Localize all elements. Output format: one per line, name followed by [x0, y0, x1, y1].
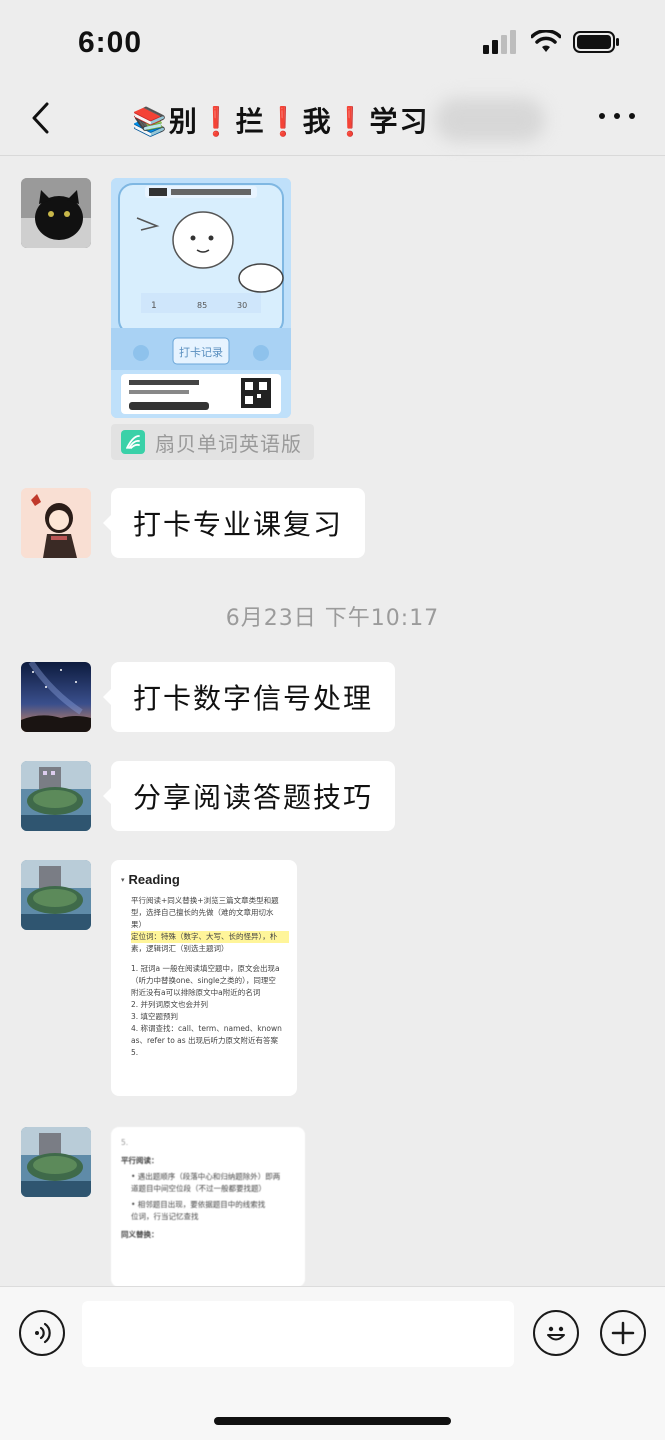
svg-text:1: 1: [151, 301, 157, 311]
turtle-island-avatar-icon: [21, 1127, 91, 1197]
avatar[interactable]: [21, 178, 91, 248]
chevron-left-icon: [32, 102, 49, 134]
turtle-island-avatar-icon: [21, 761, 91, 831]
message-timestamp: 6月23日 下午10:17: [225, 606, 440, 631]
svg-text:85: 85: [197, 301, 207, 310]
cartoon-girl-avatar-icon: [21, 488, 91, 558]
avatar[interactable]: [21, 1127, 91, 1197]
doc-line: 素，逻辑词汇（别选主题词）: [131, 944, 229, 953]
svg-text:30: 30: [237, 301, 247, 310]
more-functions-button[interactable]: [600, 1310, 646, 1356]
avatar[interactable]: [21, 488, 91, 558]
more-options-button[interactable]: [599, 106, 635, 126]
avatar[interactable]: [21, 860, 91, 930]
black-cat-avatar-icon: [21, 178, 91, 248]
message-bubble[interactable]: 打卡数字信号处理: [102, 662, 396, 732]
doc-line: 位词，行当记忆查找: [131, 1212, 199, 1221]
shanbay-logo-icon: [121, 430, 145, 454]
svg-text:打卡记录: 打卡记录: [179, 345, 223, 359]
wifi-icon: [531, 30, 561, 52]
doc-line: 2. 并列词原文也会并列: [131, 1000, 209, 1009]
doc-line: 3. 填空题预判: [131, 1012, 179, 1021]
chat-header: 📚别❗拦❗我❗学习: [0, 88, 665, 156]
message-bubble[interactable]: 打卡专业课复习: [102, 488, 366, 558]
turtle-island-avatar-icon: [21, 860, 91, 930]
doc-line-highlighted: 定位词：特殊（数字、大写、长的怪异），朴: [131, 931, 289, 943]
doc-line: 1. 冠词a 一般在阅读填空题中，原文会出现a: [131, 964, 280, 973]
message-text: 打卡数字信号处理: [133, 682, 374, 715]
avatar[interactable]: [21, 761, 91, 831]
status-bar: 6:00: [0, 0, 665, 88]
voice-input-button[interactable]: [19, 1310, 65, 1356]
dot-icon: [599, 113, 605, 119]
smiley-icon: [547, 1326, 565, 1341]
battery-icon: [573, 31, 619, 53]
doc-line: 平行阅读：: [121, 1156, 159, 1165]
doc-line: 4. 称谓查找：call、term、named、known: [131, 1024, 282, 1033]
message-list[interactable]: 1 85 30 打卡记录 扇贝单词英语版 打卡专业课复习 6月23日 下午10:…: [0, 156, 665, 1286]
chat-title: 📚别❗拦❗我❗学习: [132, 105, 430, 138]
mini-program-name: 扇贝单词英语版: [155, 431, 302, 456]
doc-line: 5.: [121, 1138, 129, 1147]
doc-line: 平行阅读+同义替换+浏览三篇文章类型和题: [131, 896, 279, 905]
doc-line: 同义替换：: [121, 1230, 159, 1239]
doc-line: 5.: [131, 1048, 139, 1057]
mini-program-card[interactable]: 1 85 30 打卡记录: [111, 178, 291, 418]
doc-line: 附近没有a可以排除原文中a附近的名词: [131, 988, 261, 997]
doc-title: Reading: [128, 872, 180, 887]
message-text: 打卡专业课复习: [133, 508, 344, 541]
avatar[interactable]: [21, 662, 91, 732]
message-text: 分享阅读答题技巧: [133, 781, 374, 814]
image-message-notes[interactable]: 5. 平行阅读： • 遇出题顺序（段落中心和归纳题除外）即两 道题目中间空位段（…: [111, 1127, 305, 1286]
message-text-input[interactable]: [82, 1301, 514, 1367]
message-bubble[interactable]: 分享阅读答题技巧: [102, 761, 396, 831]
status-icons: [483, 30, 621, 54]
doc-line: • 遇出题顺序（段落中心和归纳题除外）即两: [131, 1172, 281, 1181]
back-button[interactable]: [22, 100, 58, 136]
home-indicator: [214, 1417, 451, 1425]
dot-icon: [614, 113, 620, 119]
starry-sky-avatar-icon: [21, 662, 91, 732]
dot-icon: [629, 113, 635, 119]
doc-line: 果）: [131, 920, 146, 929]
blurred-member-count: [435, 98, 546, 142]
doc-line: （听力中替换one、single之类的），同理空: [131, 976, 276, 985]
status-time: 6:00: [78, 26, 143, 59]
doc-line: • 相邻题目出现，要依据题目中的线索找: [131, 1200, 266, 1209]
chat-title-group: 📚别❗拦❗我❗学习: [132, 98, 546, 142]
plus-icon: [611, 1321, 635, 1345]
doc-heading: ▾ Reading: [121, 872, 289, 887]
image-message-notes[interactable]: ▾ Reading 平行阅读+同义替换+浏览三篇文章类型和题 型，选择自己擅长的…: [111, 860, 297, 1096]
collapse-arrow-icon: ▾: [121, 875, 125, 884]
mini-program-source[interactable]: 扇贝单词英语版: [111, 424, 314, 460]
doc-line: 型，选择自己擅长的先做（难的文章用切水: [131, 908, 274, 917]
doc-line: 道题目中间空位段（不过一般都要找题）: [131, 1184, 266, 1193]
emoji-button[interactable]: [533, 1310, 579, 1356]
shanbay-checkin-poster-icon: 1 85 30 打卡记录: [111, 178, 291, 418]
cellular-signal-icon: [483, 30, 516, 54]
voice-icon: [35, 1322, 51, 1344]
doc-line: as、refer to as 出现后听力原文附近有答案: [131, 1036, 279, 1045]
